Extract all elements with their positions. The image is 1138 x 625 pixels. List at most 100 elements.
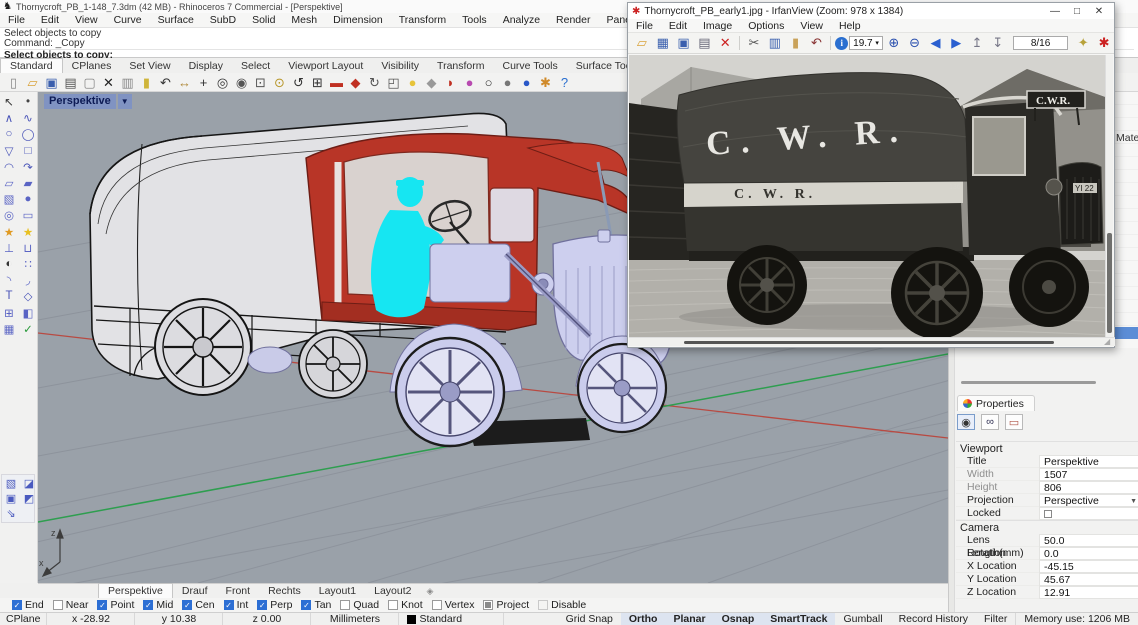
boolean-union-icon[interactable]: ⊔ bbox=[19, 240, 37, 256]
polygon-icon[interactable]: ▽ bbox=[0, 143, 18, 159]
rhino-menu-mesh[interactable]: Mesh bbox=[283, 14, 325, 26]
osnap-quad[interactable]: Quad bbox=[340, 599, 379, 611]
osnap-int-checkbox[interactable]: ✓ bbox=[224, 600, 234, 610]
irfanview-title-bar[interactable]: ✱ Thornycroft_PB_early1.jpg - IrfanView … bbox=[628, 3, 1114, 19]
irfanview-menu-help[interactable]: Help bbox=[831, 20, 869, 32]
toolbar-tab-transform[interactable]: Transform bbox=[428, 59, 493, 73]
rhino-menu-dimension[interactable]: Dimension bbox=[325, 14, 391, 26]
zoom-selected-icon[interactable]: ⊙ bbox=[270, 74, 289, 91]
rhino-menu-curve[interactable]: Curve bbox=[106, 14, 150, 26]
status-toggle-ortho[interactable]: Ortho bbox=[621, 613, 666, 625]
property-value-x-location[interactable]: -45.15 bbox=[1039, 560, 1138, 573]
close-button[interactable]: ✕ bbox=[1088, 6, 1110, 17]
info-icon[interactable]: i bbox=[835, 37, 848, 50]
osnap-vertex-checkbox[interactable] bbox=[432, 600, 442, 610]
rhino-menu-surface[interactable]: Surface bbox=[150, 14, 202, 26]
irfanview-window[interactable]: ✱ Thornycroft_PB_early1.jpg - IrfanView … bbox=[627, 2, 1115, 348]
viewport-tab-drauf[interactable]: Drauf bbox=[173, 584, 217, 598]
paste-icon[interactable]: ▮ bbox=[786, 34, 806, 52]
tools-icon[interactable]: ✦ bbox=[1073, 34, 1093, 52]
rhino-menu-tools[interactable]: Tools bbox=[454, 14, 495, 26]
osnap-quad-checkbox[interactable] bbox=[340, 600, 350, 610]
irfanview-menu-options[interactable]: Options bbox=[740, 20, 792, 32]
surface-from-points-icon[interactable]: ▱ bbox=[0, 175, 18, 191]
viewport-camera-icon[interactable]: ◉ bbox=[957, 414, 975, 430]
prev-image-icon[interactable]: ◀ bbox=[926, 34, 946, 52]
front-wheel[interactable] bbox=[396, 338, 504, 446]
circle-icon[interactable]: ○ bbox=[0, 126, 18, 142]
viewport-tab-rechts[interactable]: Rechts bbox=[259, 584, 310, 598]
toolbar-tab-viewport-layout[interactable]: Viewport Layout bbox=[279, 59, 372, 73]
rear-wheel-far[interactable] bbox=[299, 330, 367, 398]
chamfer-icon[interactable]: ◞ bbox=[19, 272, 37, 288]
blast-icon[interactable]: ★ bbox=[19, 224, 37, 240]
property-value-locked[interactable] bbox=[1039, 507, 1138, 520]
render-settings-icon[interactable]: ◗ bbox=[441, 74, 460, 91]
rhino-menu-transform[interactable]: Transform bbox=[391, 14, 454, 26]
osnap-mid-checkbox[interactable]: ✓ bbox=[143, 600, 153, 610]
osnap-point-checkbox[interactable]: ✓ bbox=[97, 600, 107, 610]
undo-view-change-icon[interactable]: ↺ bbox=[289, 74, 308, 91]
property-value-projection[interactable]: Perspective▼ bbox=[1039, 494, 1138, 507]
osnap-cen[interactable]: ✓Cen bbox=[182, 599, 214, 611]
rectangle-icon[interactable]: □ bbox=[19, 143, 37, 159]
osnap-knot-checkbox[interactable] bbox=[388, 600, 398, 610]
status-toggle-gumball[interactable]: Gumball bbox=[835, 613, 890, 625]
osnap-perp[interactable]: ✓Perp bbox=[257, 599, 292, 611]
color-wheel-icon[interactable]: ● bbox=[460, 74, 479, 91]
dock-box-icon[interactable]: ▧ bbox=[4, 477, 18, 490]
zoom-in-icon[interactable]: ⊕ bbox=[884, 34, 904, 52]
viewport-title-control[interactable]: Perspektive ▼ bbox=[44, 94, 132, 109]
minimize-button[interactable]: — bbox=[1044, 6, 1066, 17]
property-value-y-location[interactable]: 45.67 bbox=[1039, 573, 1138, 586]
screen-icon[interactable]: ▭ bbox=[1005, 414, 1023, 430]
delete-icon[interactable]: ✕ bbox=[99, 74, 118, 91]
panel-splitter[interactable] bbox=[961, 381, 1096, 384]
status-cell-x[interactable]: x -28.92 bbox=[47, 613, 135, 625]
rotate-view-icon[interactable]: ↻ bbox=[365, 74, 384, 91]
status-toggle-record-history[interactable]: Record History bbox=[891, 613, 976, 625]
cut-icon[interactable]: ✂ bbox=[744, 34, 764, 52]
last-image-icon[interactable]: ↧ bbox=[988, 34, 1008, 52]
rhino-menu-solid[interactable]: Solid bbox=[244, 14, 283, 26]
osnap-point[interactable]: ✓Point bbox=[97, 599, 134, 611]
current-layer-chip[interactable]: Standard bbox=[399, 613, 504, 625]
irfanview-menu-view[interactable]: View bbox=[792, 20, 831, 32]
open-folder-icon[interactable]: ▱ bbox=[632, 34, 652, 52]
vertical-scrollbar[interactable] bbox=[1105, 55, 1113, 339]
print-icon[interactable]: ▤ bbox=[694, 34, 714, 52]
rhino-menu-render[interactable]: Render bbox=[548, 14, 598, 26]
move-icon[interactable]: + bbox=[194, 74, 213, 91]
irfanview-menu-file[interactable]: File bbox=[628, 20, 661, 32]
dock-tiles-icon[interactable]: ◩ bbox=[22, 492, 36, 505]
viewport-tab-front[interactable]: Front bbox=[217, 584, 260, 598]
osnap-mid[interactable]: ✓Mid bbox=[143, 599, 173, 611]
viewport-title-dropdown-icon[interactable]: ▼ bbox=[118, 94, 132, 109]
pan-view-icon[interactable]: ↔ bbox=[175, 74, 194, 91]
property-value-width[interactable]: 1507 bbox=[1039, 468, 1138, 481]
undo-icon[interactable]: ↶ bbox=[806, 34, 826, 52]
first-image-icon[interactable]: ↥ bbox=[967, 34, 987, 52]
horizontal-scrollbar[interactable] bbox=[629, 337, 1115, 346]
wireframe-mode-icon[interactable]: ○ bbox=[479, 74, 498, 91]
osnap-near[interactable]: Near bbox=[53, 599, 89, 611]
copy-icon[interactable]: ▥ bbox=[765, 34, 785, 52]
open-folder-icon[interactable]: ▱ bbox=[23, 74, 42, 91]
viewport-tab-perspektive[interactable]: Perspektive bbox=[98, 583, 173, 598]
resize-grip[interactable]: ◢ bbox=[1104, 337, 1113, 346]
toolbar-tab-curve-tools[interactable]: Curve Tools bbox=[494, 59, 567, 73]
property-value-height[interactable]: 806 bbox=[1039, 481, 1138, 494]
osnap-project[interactable]: Project bbox=[483, 599, 529, 611]
array-icon[interactable]: ⊞ bbox=[0, 304, 18, 320]
locked-checkbox[interactable] bbox=[1044, 510, 1052, 518]
rhino-menu-analyze[interactable]: Analyze bbox=[495, 14, 548, 26]
gear-settings-icon[interactable]: ✱ bbox=[536, 74, 555, 91]
properties-tab[interactable]: Properties bbox=[957, 395, 1035, 411]
zoom-extents-icon[interactable]: ◎ bbox=[213, 74, 232, 91]
delete-icon[interactable]: ✕ bbox=[715, 34, 735, 52]
osnap-tan-checkbox[interactable]: ✓ bbox=[301, 600, 311, 610]
osnap-end-checkbox[interactable]: ✓ bbox=[12, 600, 22, 610]
viewport-title-label[interactable]: Perspektive bbox=[44, 94, 116, 109]
zoom-percent-combobox[interactable]: 19.7▾ bbox=[849, 36, 883, 50]
boolean-difference-icon[interactable]: ◐ bbox=[0, 256, 18, 272]
